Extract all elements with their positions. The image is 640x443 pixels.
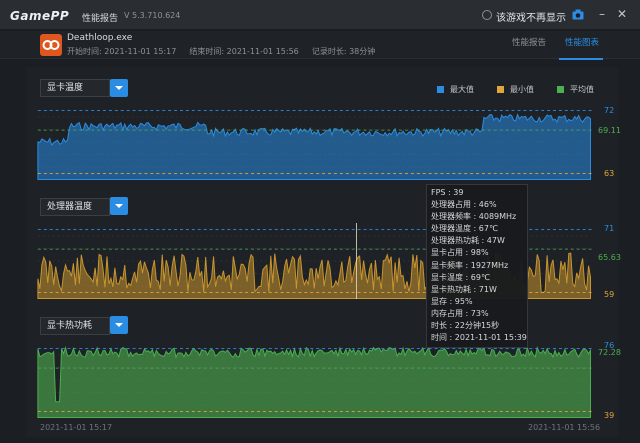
tooltip-cpu-power: 处理器热功耗 : 47W <box>431 236 505 246</box>
close-button[interactable]: ✕ <box>615 6 629 22</box>
axis-start-time: 2021-11-01 15:17 <box>40 423 113 432</box>
tooltip-time: 时间 : 2021-11-01 15:39 <box>431 333 527 343</box>
app-logo: GamePP <box>10 9 70 23</box>
legend-avg-swatch <box>557 86 564 93</box>
gpu-temp-max-value: 72 <box>604 106 615 115</box>
gpu-power-chart[interactable] <box>30 342 630 418</box>
active-tab-indicator <box>559 58 603 60</box>
cpu-temp-max-value: 71 <box>604 224 615 233</box>
app-title: 性能报告 <box>82 14 119 24</box>
gpu-power-min-value: 39 <box>604 411 615 420</box>
gpu-power-selector[interactable]: 显卡热功耗 <box>40 317 110 335</box>
minimize-button[interactable]: – <box>595 6 609 22</box>
legend-max-label: 最大值 <box>450 85 474 94</box>
tooltip-gpu-freq: 显卡频率 : 1927MHz <box>431 260 509 270</box>
legend-min-label: 最小值 <box>510 85 534 94</box>
tooltip-vram: 显存 : 95% <box>431 296 473 306</box>
game-icon <box>40 34 62 56</box>
gpu-temp-min-value: 63 <box>604 169 615 178</box>
tab-performance-report[interactable]: 性能报告 <box>512 36 546 48</box>
gpu-temp-area <box>37 113 592 180</box>
tooltip-gpu-usage: 显卡占用 : 98% <box>431 248 489 258</box>
tooltip-cpu-freq: 处理器频率 : 4089MHz <box>431 212 517 222</box>
cpu-temp-avg-value: 65.63 <box>598 253 621 262</box>
gpu-temp-dropdown-button[interactable] <box>110 79 128 97</box>
axis-end-time: 2021-11-01 15:56 <box>528 423 601 432</box>
start-time: 开始时间: 2021-11-01 15:17 <box>67 47 177 56</box>
record-duration: 记录时长: 38分钟 <box>311 47 376 56</box>
tooltip-fps: FPS : 39 <box>431 188 464 197</box>
camera-icon[interactable] <box>572 9 584 20</box>
hide-game-checkbox[interactable] <box>482 10 492 20</box>
cpu-temp-selector[interactable]: 处理器温度 <box>40 198 110 216</box>
end-time: 结束时间: 2021-11-01 15:56 <box>189 47 299 56</box>
cpu-temp-chart[interactable] <box>30 223 630 299</box>
tooltip-gpu-temp: 显卡温度 : 69℃ <box>431 272 490 282</box>
hover-cursor-line <box>356 223 357 299</box>
tab-performance-chart[interactable]: 性能图表 <box>565 36 599 48</box>
cpu-temp-dropdown-button[interactable] <box>110 197 128 215</box>
game-name: Deathloop.exe <box>67 33 133 43</box>
data-tooltip: FPS : 39 处理器占用 : 46% 处理器频率 : 4089MHz 处理器… <box>426 184 528 348</box>
gpu-temp-avg-value: 69.11 <box>598 126 621 135</box>
hide-game-checkbox-label[interactable]: 该游戏不再显示 <box>496 9 566 24</box>
title-bar: GamePP 性能报告 V 5.3.710.624 该游戏不再显示 – ✕ <box>0 0 640 30</box>
legend-min-swatch <box>497 86 504 93</box>
gpu-power-avg-value: 72.28 <box>598 348 621 357</box>
app-version: V 5.3.710.624 <box>124 11 181 20</box>
legend-max-swatch <box>437 86 444 93</box>
gpu-power-dropdown-button[interactable] <box>110 316 128 334</box>
tooltip-gpu-power: 显卡热功耗 : 71W <box>431 284 497 294</box>
session-meta: 开始时间: 2021-11-01 15:17 结束时间: 2021-11-01 … <box>67 46 375 57</box>
legend-avg-label: 平均值 <box>570 85 594 94</box>
tooltip-cpu-temp: 处理器温度 : 67℃ <box>431 224 498 234</box>
gpu-power-area <box>37 345 592 418</box>
report-header: Deathloop.exe 开始时间: 2021-11-01 15:17 结束时… <box>0 31 640 60</box>
cpu-temp-min-value: 59 <box>604 290 615 299</box>
gpu-temp-selector[interactable]: 显卡温度 <box>40 79 110 97</box>
tooltip-ram: 内存占用 : 73% <box>431 308 489 318</box>
gpu-temp-chart[interactable] <box>30 104 630 180</box>
tooltip-cpu-usage: 处理器占用 : 46% <box>431 200 497 210</box>
tooltip-duration: 时长 : 22分钟15秒 <box>431 321 500 331</box>
